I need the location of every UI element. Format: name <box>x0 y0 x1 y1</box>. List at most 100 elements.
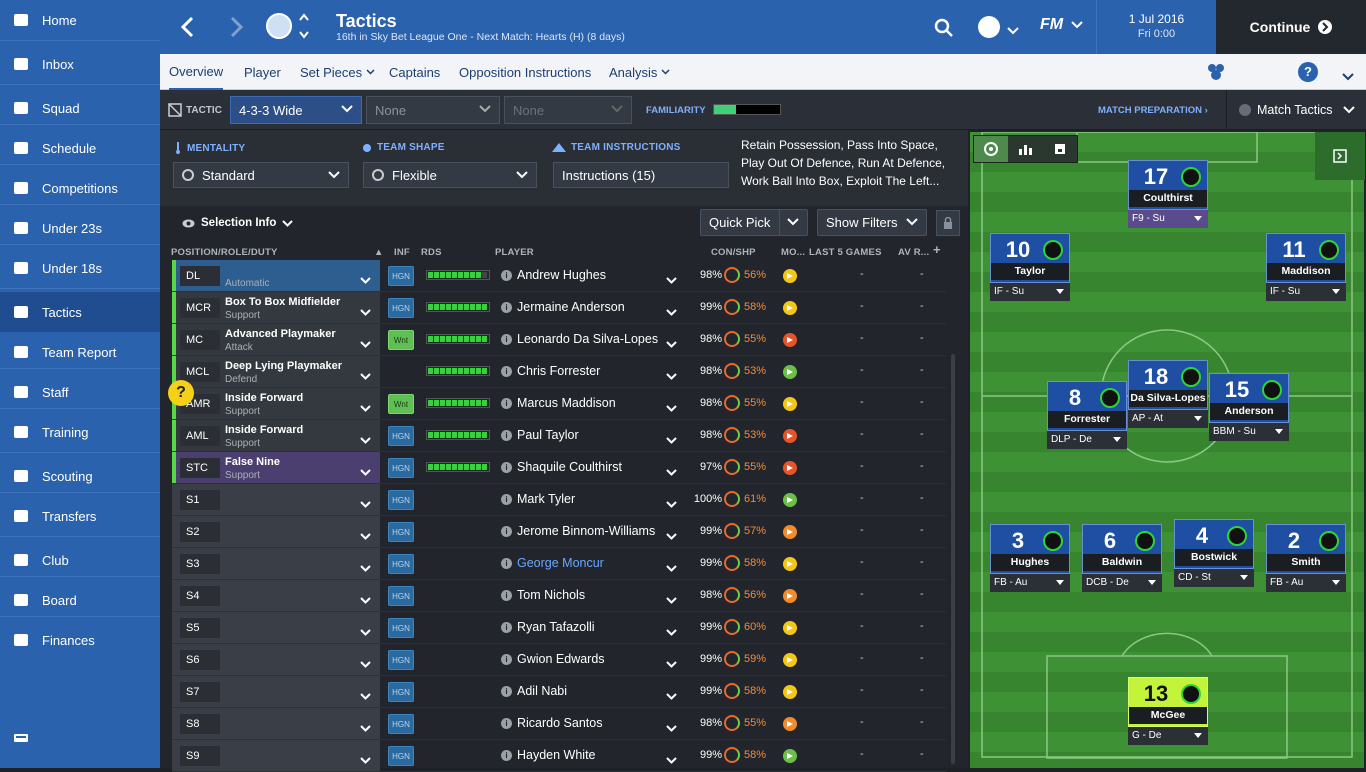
player-card-top[interactable]: 17 Coulthirst <box>1128 160 1208 210</box>
player-info-icon[interactable]: i <box>501 750 512 761</box>
pitch-role-select[interactable]: AP - At <box>1128 410 1208 428</box>
table-row[interactable]: MCL Deep Lying Playmaker Defend i Chris Forr… <box>172 356 946 388</box>
table-row[interactable]: S6 HGN i Gwion Edwards 99% 59% - - <box>172 644 946 676</box>
influence-badge[interactable]: HGN <box>388 714 414 734</box>
tab-overview[interactable]: Overview <box>169 54 224 90</box>
sidebar-item-squad[interactable]: Squad <box>0 88 160 128</box>
tab-opposition-instructions[interactable]: Opposition Instructions <box>459 54 591 90</box>
pitch-view-pitch-icon[interactable] <box>1043 136 1077 162</box>
influence-badge[interactable]: Wnt <box>388 394 414 414</box>
mentality-select[interactable]: Standard <box>173 162 349 188</box>
staff-advice-icon[interactable] <box>1206 63 1226 86</box>
pitch-player-card[interactable]: 2 Smith FB - Au <box>1266 524 1346 592</box>
col-rds-header[interactable]: RDS <box>421 247 442 258</box>
player-name[interactable]: Ryan Tafazolli <box>517 620 595 634</box>
team-shape-select[interactable]: Flexible <box>363 162 537 188</box>
position-select[interactable]: S5 <box>172 612 380 643</box>
sidebar-item-board[interactable]: Board <box>0 580 160 620</box>
tab-player[interactable]: Player <box>244 54 281 90</box>
player-chevron-icon[interactable] <box>666 431 677 449</box>
influence-badge[interactable]: HGN <box>388 618 414 638</box>
club-crest-icon[interactable] <box>266 13 292 39</box>
player-name[interactable]: George Moncur <box>517 556 604 570</box>
col-avr-header[interactable]: AV R... <box>898 247 929 258</box>
player-chevron-icon[interactable] <box>666 463 677 481</box>
player-chevron-icon[interactable] <box>666 655 677 673</box>
table-row[interactable]: DL Automatic HGN i Andrew Hughes 98% 56% - - <box>172 260 946 292</box>
pitch-player-card[interactable]: 10 Taylor IF - Su <box>990 233 1070 301</box>
player-chevron-icon[interactable] <box>666 751 677 769</box>
player-name[interactable]: Hayden White <box>517 748 596 762</box>
table-row[interactable]: STC False Nine Support HGN i Shaquile Coulthi… <box>172 452 946 484</box>
col-player-header[interactable]: PLAYER <box>495 247 534 258</box>
back-button[interactable] <box>180 16 194 43</box>
sidebar-item-staff[interactable]: Staff <box>0 372 160 412</box>
position-select[interactable]: S1 <box>172 484 380 515</box>
search-icon[interactable] <box>934 18 954 43</box>
pitch-player-card[interactable]: 11 Maddison IF - Su <box>1266 233 1346 301</box>
player-info-icon[interactable]: i <box>501 622 512 633</box>
influence-badge[interactable]: HGN <box>388 490 414 510</box>
position-select[interactable]: S3 <box>172 548 380 579</box>
player-name[interactable]: Paul Taylor <box>517 428 579 442</box>
sidebar-item-home[interactable]: Home <box>0 0 160 40</box>
tactic-slot-3-select[interactable]: None <box>504 96 632 124</box>
player-info-icon[interactable]: i <box>501 654 512 665</box>
sidebar-item-team-report[interactable]: Team Report <box>0 332 160 372</box>
player-info-icon[interactable]: i <box>501 462 512 473</box>
club-switch-icon[interactable] <box>298 12 310 45</box>
player-name[interactable]: Adil Nabi <box>517 684 567 698</box>
sidebar-item-club[interactable]: Club <box>0 540 160 580</box>
player-chevron-icon[interactable] <box>666 623 677 641</box>
position-select[interactable]: DL Automatic <box>172 260 380 291</box>
player-chevron-icon[interactable] <box>666 367 677 385</box>
player-info-icon[interactable]: i <box>501 430 512 441</box>
table-row[interactable]: S8 HGN i Ricardo Santos 98% 55% - - <box>172 708 946 740</box>
player-name[interactable]: Chris Forrester <box>517 364 600 378</box>
table-row[interactable]: S7 HGN i Adil Nabi 99% 58% - - <box>172 676 946 708</box>
col-position-header[interactable]: POSITION/ROLE/DUTY <box>171 247 278 258</box>
player-info-icon[interactable]: i <box>501 398 512 409</box>
player-name[interactable]: Jermaine Anderson <box>517 300 625 314</box>
player-info-icon[interactable]: i <box>501 526 512 537</box>
player-card-top[interactable]: 3 Hughes <box>990 524 1070 574</box>
pitch-player-card[interactable]: 17 Coulthirst F9 - Su <box>1128 160 1208 228</box>
position-select[interactable]: MC Advanced Playmaker Attack <box>172 324 380 355</box>
player-info-icon[interactable]: i <box>501 558 512 569</box>
position-select[interactable]: MCR Box To Box Midfielder Support <box>172 292 380 323</box>
player-name[interactable]: Ricardo Santos <box>517 716 602 730</box>
col-con-header[interactable]: CON/SHP <box>711 247 756 258</box>
pitch-player-card[interactable]: 4 Bostwick CD - St <box>1174 519 1254 587</box>
pitch-player-card[interactable]: 3 Hughes FB - Au <box>990 524 1070 592</box>
influence-badge[interactable]: HGN <box>388 682 414 702</box>
table-row[interactable]: S9 HGN i Hayden White 99% 58% - - <box>172 740 946 772</box>
sidebar-item-competitions[interactable]: Competitions <box>0 168 160 208</box>
player-chevron-icon[interactable] <box>666 399 677 417</box>
position-select[interactable]: MCL Deep Lying Playmaker Defend <box>172 356 380 387</box>
sidebar-item-scouting[interactable]: Scouting <box>0 456 160 496</box>
tab-captains[interactable]: Captains <box>389 54 440 90</box>
pitch-role-select[interactable]: DCB - De <box>1082 574 1162 592</box>
player-card-top[interactable]: 10 Taylor <box>990 233 1070 283</box>
position-select[interactable]: S7 <box>172 676 380 707</box>
table-row[interactable]: AMR Inside Forward Support Wnt i Marcus Maddi… <box>172 388 946 420</box>
influence-badge[interactable]: HGN <box>388 650 414 670</box>
pitch-role-select[interactable]: FB - Au <box>990 574 1070 592</box>
match-tactics-button[interactable]: Match Tactics <box>1226 90 1366 130</box>
sidebar-item-under-23s[interactable]: Under 23s <box>0 208 160 248</box>
team-instructions-button[interactable]: Instructions (15) <box>553 162 729 188</box>
player-card-top[interactable]: 15 Anderson <box>1209 373 1289 423</box>
pitch-role-select[interactable]: DLP - De <box>1047 431 1127 449</box>
influence-badge[interactable]: HGN <box>388 522 414 542</box>
position-select[interactable]: S6 <box>172 644 380 675</box>
table-row[interactable]: S1 HGN i Mark Tyler 100% 61% - - <box>172 484 946 516</box>
player-name[interactable]: Andrew Hughes <box>517 268 606 282</box>
pitch-view-formation-icon[interactable] <box>974 136 1009 162</box>
sidebar-item-transfers[interactable]: Transfers <box>0 496 160 536</box>
table-scrollbar[interactable] <box>951 354 955 764</box>
influence-badge[interactable]: Wnt <box>388 330 414 350</box>
pitch-role-select[interactable]: IF - Su <box>990 283 1070 301</box>
pitch-collapse-button[interactable] <box>1315 132 1365 180</box>
player-name[interactable]: Jerome Binnom-Williams <box>517 524 655 538</box>
player-info-icon[interactable]: i <box>501 366 512 377</box>
